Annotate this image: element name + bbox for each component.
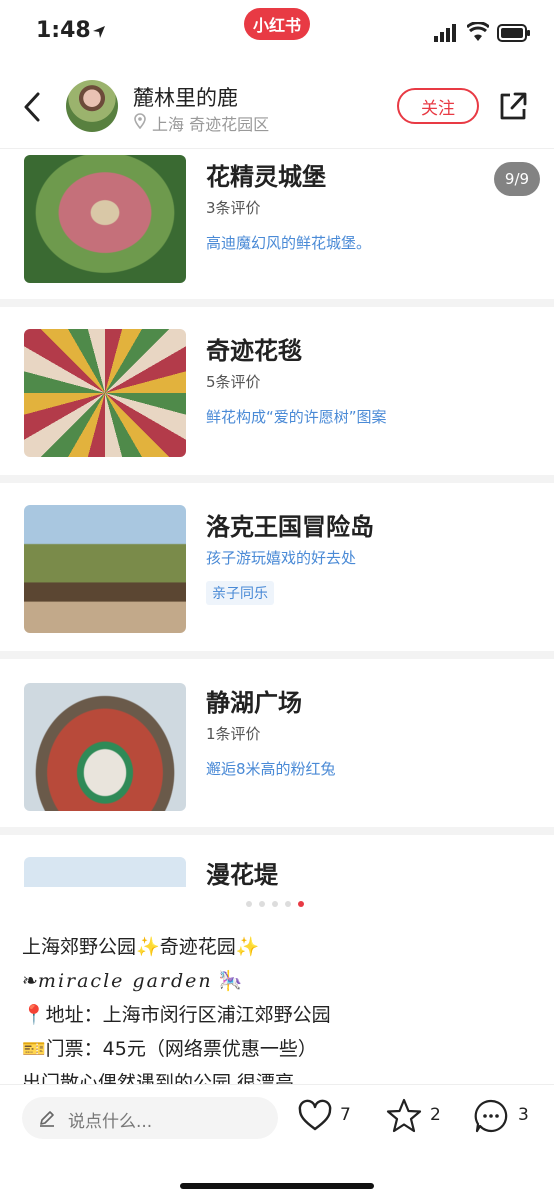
- carousel-dot-active: [298, 901, 304, 907]
- back-arrow-icon[interactable]: [18, 90, 46, 124]
- poi-card[interactable]: 奇迹花毯 5条评价 鲜花构成“爱的许愿树”图案: [0, 307, 554, 475]
- floral-icon: ❧: [22, 970, 38, 992]
- follow-button[interactable]: 关注: [397, 88, 479, 124]
- poi-card[interactable]: 静湖广场 1条评价 邂逅8米高的粉红兔: [0, 659, 554, 827]
- comment-placeholder: 说点什么...: [68, 1112, 153, 1132]
- flower-carpet-thumbnail: [24, 329, 186, 457]
- image-carousel[interactable]: 花精灵城堡 3条评价 高迪魔幻风的鲜花城堡。 奇迹花毯 5条评价 鲜花构成“爱的…: [0, 149, 554, 887]
- poi-review-count: 5条评价: [206, 373, 261, 391]
- app-logo: 小红书: [244, 8, 310, 40]
- carousel-indicator: [246, 901, 306, 911]
- poi-title: 漫花堤: [206, 861, 278, 887]
- clock: 1:48: [36, 18, 91, 43]
- wifi-icon: [467, 22, 489, 41]
- status-bar: 1:48 小红书: [0, 0, 554, 70]
- divider: [0, 475, 554, 483]
- comment-bubble-icon[interactable]: [474, 1099, 508, 1133]
- author-name[interactable]: 麓林里的鹿: [133, 82, 238, 112]
- divider: [0, 827, 554, 835]
- lake-plaza-thumbnail: [24, 683, 186, 811]
- poi-description: 邂逅8米高的粉红兔: [206, 760, 336, 778]
- caption-line: 出门散心偶然遇到的公园 很漂亮: [22, 1072, 295, 1084]
- poi-title: 花精灵城堡: [206, 163, 326, 191]
- caption-line: 🎫门票：45元（网络票优惠一些）: [22, 1038, 317, 1060]
- poi-title: 静湖广场: [206, 689, 302, 717]
- pencil-icon: [40, 1111, 54, 1127]
- carousel-dot: [259, 901, 265, 907]
- poi-description: 孩子游玩嬉戏的好去处: [206, 549, 357, 567]
- carousel-horse-icon: 🎠: [218, 970, 243, 992]
- signal-icon: [434, 24, 456, 42]
- like-count: 7: [340, 1105, 351, 1125]
- star-icon[interactable]: [386, 1098, 422, 1134]
- poi-review-count: 3条评价: [206, 199, 261, 217]
- poi-tag: 亲子同乐: [206, 581, 274, 605]
- carousel-dot: [285, 901, 291, 907]
- divider: [0, 299, 554, 307]
- note-body: 上海郊野公园✨奇迹花园✨ ❧miracle garden 🎠 📍地址：上海市闵行…: [22, 930, 532, 1084]
- location-pin-icon: [134, 113, 146, 129]
- home-indicator[interactable]: [180, 1183, 374, 1189]
- comment-input[interactable]: 说点什么...: [22, 1097, 278, 1139]
- location-label[interactable]: 上海 奇迹花园区: [152, 111, 269, 135]
- caption-line: 📍地址：上海市闵行区浦江郊野公园: [22, 1004, 331, 1026]
- location-arrow-icon: [93, 26, 105, 38]
- comment-count: 3: [518, 1105, 529, 1125]
- note-header: 麓林里的鹿 上海 奇迹花园区 关注: [0, 70, 554, 149]
- carousel-dot: [272, 901, 278, 907]
- poi-description: 高迪魔幻风的鲜花城堡。: [206, 234, 372, 252]
- poi-title: 洛克王国冒险岛: [206, 513, 374, 541]
- castle-thumbnail: [24, 155, 186, 283]
- poi-review-count: 1条评价: [206, 725, 261, 743]
- caption-line: 上海郊野公园✨奇迹花园✨: [22, 936, 260, 958]
- divider: [0, 651, 554, 659]
- poi-card[interactable]: 洛克王国冒险岛 孩子游玩嬉戏的好去处 亲子同乐: [0, 483, 554, 651]
- poi-card[interactable]: 花精灵城堡 3条评价 高迪魔幻风的鲜花城堡。: [0, 149, 554, 317]
- flower-embankment-thumbnail: [24, 857, 186, 887]
- poi-title: 奇迹花毯: [206, 337, 302, 365]
- sparkles-icon: ✨: [136, 936, 160, 958]
- avatar[interactable]: [66, 80, 118, 132]
- adventure-island-thumbnail: [24, 505, 186, 633]
- image-counter: 9/9: [494, 162, 540, 196]
- carousel-dot: [246, 901, 252, 907]
- caption-line: ❧miracle garden 🎠: [22, 970, 243, 992]
- ticket-icon: 🎫: [22, 1038, 46, 1060]
- heart-icon[interactable]: [298, 1099, 332, 1133]
- bottom-action-bar: 说点什么... 7 2 3: [0, 1084, 554, 1201]
- poi-description: 鲜花构成“爱的许愿树”图案: [206, 408, 387, 426]
- share-icon[interactable]: [498, 90, 528, 122]
- battery-icon: [497, 24, 530, 42]
- sparkles-icon: ✨: [235, 936, 260, 958]
- pin-icon: 📍: [22, 1004, 46, 1026]
- poi-card[interactable]: 漫花堤: [0, 835, 554, 887]
- star-count: 2: [430, 1105, 441, 1125]
